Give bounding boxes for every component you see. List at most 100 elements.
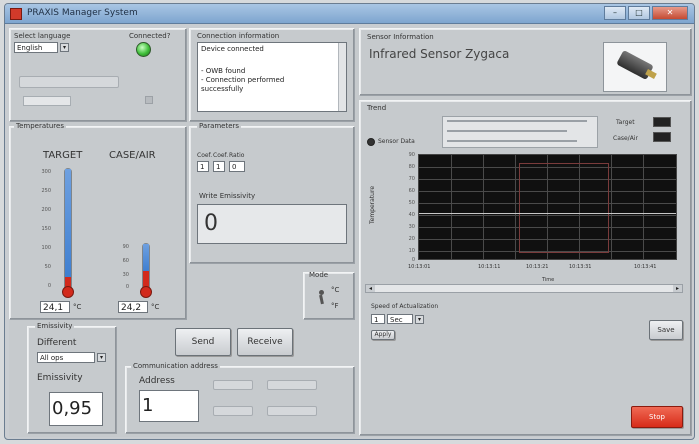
trend-legend-box <box>442 116 598 148</box>
window-title: PRAXIS Manager System <box>27 8 138 18</box>
maximize-button[interactable]: □ <box>628 6 650 20</box>
connected-label: Connected? <box>129 32 171 40</box>
case-tick: 0 <box>125 284 129 290</box>
trend-y-tick: 80 <box>408 164 415 170</box>
update-interval-apply-button[interactable]: Apply <box>371 330 395 340</box>
send-button[interactable]: Send <box>175 328 231 356</box>
person-icon[interactable] <box>316 290 326 308</box>
trend-plot <box>418 154 677 260</box>
legend-line <box>447 120 587 122</box>
trend-x-tick: 10:13:01 <box>408 264 431 270</box>
target-tick: 50 <box>44 264 51 270</box>
update-interval-label: Speed of Actualization <box>371 303 439 310</box>
receive-button[interactable]: Receive <box>237 328 293 356</box>
target-tick: 0 <box>47 283 51 289</box>
emissivity-setting-label: Different <box>37 338 77 348</box>
case-unit: °C <box>151 303 160 311</box>
trend-y-tick: 50 <box>408 200 415 206</box>
sensor-name: Infrared Sensor Zygaca <box>369 47 510 61</box>
trend-x-tick: 10:13:41 <box>634 264 657 270</box>
scroll-right-arrow-icon[interactable]: ▸ <box>673 285 682 292</box>
trend-y-tick: 90 <box>408 152 415 158</box>
legend-line <box>447 140 577 142</box>
case-thermometer-bulb <box>140 286 152 298</box>
legend-target-label: Target <box>616 119 635 126</box>
temperatures-panel <box>9 126 187 320</box>
readout-display: 0 <box>197 204 347 244</box>
disabled-comm-control <box>213 406 253 416</box>
target-tick: 200 <box>41 207 51 213</box>
sensor-data-radio-label: Sensor Data <box>378 138 415 145</box>
close-window-button[interactable]: ✕ <box>652 6 688 20</box>
language-dropdown-icon[interactable]: ▾ <box>60 43 69 52</box>
legend-case-swatch <box>653 132 671 142</box>
update-interval-value[interactable]: 1 <box>371 314 385 324</box>
readout-value: 0 <box>204 211 218 236</box>
mode-panel <box>303 272 355 320</box>
case-tick: 60 <box>122 258 129 264</box>
legend-case-label: Case/Air <box>613 135 638 142</box>
trend-x-tick: 10:13:11 <box>478 264 501 270</box>
target-title: TARGET <box>43 150 83 161</box>
emissivity-value[interactable]: 0,95 <box>49 392 103 426</box>
param-field-1[interactable]: 1 <box>197 161 209 172</box>
disabled-field <box>23 96 71 106</box>
minimize-button[interactable]: – <box>604 6 626 20</box>
comm-label: Communication address <box>131 362 220 370</box>
sensor-data-radio[interactable] <box>367 138 375 146</box>
target-thermometer <box>64 168 72 290</box>
sensor-image-icon <box>603 42 667 92</box>
parameters-label: Parameters <box>197 122 242 130</box>
connection-line: Device connected <box>201 45 264 53</box>
app-window: PRAXIS Manager System – □ ✕ Select langu… <box>4 3 695 440</box>
trend-y-tick: 0 <box>411 257 415 263</box>
main-content: Select language English ▾ Connected? Con… <box>9 28 692 437</box>
app-icon <box>10 8 22 20</box>
update-interval-unit[interactable]: Sec <box>387 314 413 324</box>
emissivity-dropdown-icon[interactable]: ▾ <box>97 353 106 362</box>
emissivity-mode-select[interactable]: All ops <box>37 352 95 363</box>
mode-option[interactable]: °F <box>331 302 339 310</box>
disabled-comm-control <box>267 380 317 390</box>
disabled-action-button-1 <box>19 76 119 88</box>
case-thermometer <box>142 243 150 290</box>
param-col-label: Coef. <box>197 152 213 159</box>
language-select[interactable]: English <box>14 42 58 53</box>
disabled-indicator-icon <box>145 96 153 104</box>
language-label: Select language <box>14 32 71 40</box>
param-field-3[interactable]: 0 <box>229 161 245 172</box>
stop-button[interactable]: Stop <box>631 406 683 428</box>
target-tick: 300 <box>41 169 51 175</box>
case-title: CASE/AIR <box>109 150 156 161</box>
target-thermometer-bulb <box>62 286 74 298</box>
address-field[interactable]: 1 <box>139 390 199 422</box>
param-col-label: Coef. <box>213 152 229 159</box>
mode-option[interactable]: °C <box>331 286 339 294</box>
trend-y-tick: 20 <box>408 236 415 242</box>
address-label: Address <box>139 376 175 386</box>
trend-scrollbar[interactable]: ◂ ▸ <box>365 284 683 293</box>
update-interval-dropdown-icon[interactable]: ▾ <box>415 315 424 324</box>
target-temperature-value: 24,1 <box>40 301 70 313</box>
scroll-left-arrow-icon[interactable]: ◂ <box>366 285 375 292</box>
param-col-label: Ratio <box>229 152 245 159</box>
target-tick: 150 <box>41 226 51 232</box>
legend-target-swatch <box>653 117 671 127</box>
trend-x-axis-label: Time <box>542 277 555 283</box>
trend-series-line <box>419 213 676 214</box>
connected-led-icon <box>136 42 151 57</box>
param-field-2[interactable]: 1 <box>213 161 225 172</box>
legend-line <box>447 130 567 132</box>
connection-line: - Connection performed <box>201 76 285 84</box>
sensor-info-label: Sensor Information <box>367 33 434 41</box>
trend-label: Trend <box>367 104 387 112</box>
mode-label: Mode <box>309 271 329 279</box>
case-tick: 90 <box>122 244 129 250</box>
trend-highlight-band <box>519 163 609 253</box>
connection-scrollbar[interactable] <box>338 43 346 111</box>
trend-y-axis-label: Temperature <box>369 185 376 224</box>
trend-x-tick: 10:13:31 <box>569 264 592 270</box>
target-tick: 250 <box>41 188 51 194</box>
save-button[interactable]: Save <box>649 320 683 340</box>
case-tick: 30 <box>122 272 129 278</box>
